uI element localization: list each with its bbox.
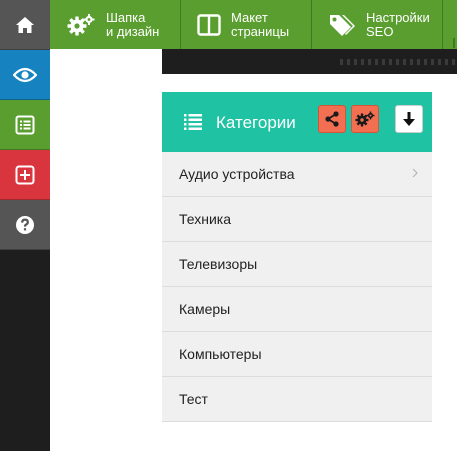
list-icon	[15, 115, 35, 134]
categories-widget: Категории Аудио устройства Техника Телев…	[162, 92, 432, 422]
category-label: Аудио устройства	[179, 166, 295, 182]
share-icon	[325, 111, 339, 127]
widget-header: Категории	[162, 92, 432, 152]
chevron-right-icon	[412, 168, 418, 178]
page-layout-label: Макет страницы	[231, 9, 290, 39]
more-icon	[453, 37, 455, 48]
page-header-strip	[162, 49, 457, 74]
list-item[interactable]: Телевизоры	[162, 242, 432, 287]
category-label: Техника	[179, 211, 232, 227]
more-toolbar-button[interactable]	[443, 0, 457, 49]
list-menu-icon	[184, 114, 202, 135]
category-label: Камеры	[179, 301, 231, 317]
content-list-button[interactable]	[0, 100, 50, 150]
header-design-label: Шапка и дизайн	[106, 9, 160, 39]
category-list: Аудио устройства Техника Телевизоры Каме…	[162, 152, 432, 422]
list-item[interactable]: Компьютеры	[162, 332, 432, 377]
header-design-button[interactable]: Шапка и дизайн	[50, 0, 181, 49]
add-block-button[interactable]	[0, 150, 50, 200]
category-label: Телевизоры	[179, 256, 258, 272]
tags-icon	[328, 13, 356, 37]
top-toolbar: Шапка и дизайн Макет страницы Настройки …	[50, 0, 457, 49]
gears-icon	[355, 111, 375, 127]
share-button[interactable]	[318, 105, 346, 133]
strip-decoration	[340, 59, 457, 65]
seo-settings-label: Настройки SEO	[366, 9, 430, 39]
left-sidebar	[0, 0, 50, 451]
home-icon	[16, 16, 34, 33]
list-item[interactable]: Тест	[162, 377, 432, 422]
question-circle-icon	[16, 215, 34, 234]
category-label: Тест	[179, 391, 208, 407]
plus-square-icon	[15, 165, 35, 184]
home-button[interactable]	[0, 0, 50, 50]
preview-button[interactable]	[0, 50, 50, 100]
widget-title: Категории	[216, 113, 296, 132]
list-item[interactable]: Камеры	[162, 287, 432, 332]
layout-columns-icon	[197, 13, 221, 36]
seo-settings-button[interactable]: Настройки SEO	[312, 0, 443, 49]
list-item[interactable]: Техника	[162, 197, 432, 242]
move-down-button[interactable]	[395, 105, 423, 133]
widget-settings-button[interactable]	[351, 105, 379, 133]
gears-icon	[66, 13, 96, 37]
category-label: Компьютеры	[179, 346, 262, 362]
list-item[interactable]: Аудио устройства	[162, 152, 432, 197]
eye-icon	[13, 67, 37, 82]
help-button[interactable]	[0, 200, 50, 250]
page-layout-button[interactable]: Макет страницы	[181, 0, 312, 49]
arrow-down-icon	[403, 112, 415, 126]
